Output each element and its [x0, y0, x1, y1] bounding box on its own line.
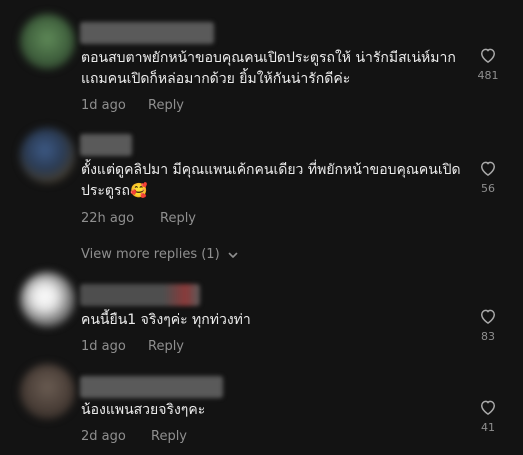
username-blurred[interactable] — [80, 376, 223, 398]
heart-icon — [481, 309, 495, 324]
comment-meta: 22h ago Reply — [81, 211, 196, 226]
like-button[interactable]: 481 — [470, 45, 506, 82]
comment-text: น้องแพนสวยจริงๆคะ — [81, 402, 206, 418]
reply-button[interactable]: Reply — [148, 98, 184, 113]
view-more-replies-button[interactable]: View more replies (1) — [81, 247, 239, 262]
avatar[interactable] — [20, 272, 75, 327]
like-button[interactable]: 56 — [470, 158, 506, 195]
comment-time: 1d ago — [81, 339, 126, 354]
comment-text: คนนี้ยืน1 จริงๆค่ะ ทุกท่วงท่า — [81, 312, 251, 328]
like-button[interactable]: 41 — [470, 397, 506, 434]
chevron-down-icon — [228, 252, 238, 258]
like-count: 83 — [481, 330, 495, 343]
avatar[interactable] — [20, 14, 75, 69]
like-button[interactable]: 83 — [470, 306, 506, 343]
comment-text: ตั้งแต่ดูคลิปมา มีคุณแพนเค้กคนเดียว ที่พ… — [81, 162, 461, 199]
heart-icon — [481, 400, 495, 415]
comment-meta: 1d ago Reply — [81, 339, 184, 354]
comment-meta: 1d ago Reply — [81, 98, 184, 113]
comment-time: 2d ago — [81, 429, 126, 444]
heart-icon — [481, 48, 495, 63]
username-blurred[interactable] — [80, 284, 200, 306]
avatar[interactable] — [20, 364, 75, 419]
username-blurred[interactable] — [80, 22, 214, 44]
comment-text: ตอนสบตาพยักหน้าขอบคุณคนเปิดประตูรถให้ น่… — [81, 50, 456, 87]
comment-meta: 2d ago Reply — [81, 429, 187, 444]
comment-time: 1d ago — [81, 98, 126, 113]
like-count: 41 — [481, 421, 495, 434]
reply-button[interactable]: Reply — [160, 211, 196, 226]
top-edge — [0, 0, 523, 4]
reply-button[interactable]: Reply — [148, 339, 184, 354]
heart-icon — [481, 161, 495, 176]
reply-button[interactable]: Reply — [151, 429, 187, 444]
avatar[interactable] — [20, 128, 75, 183]
view-more-label: View more replies (1) — [81, 247, 220, 262]
like-count: 56 — [481, 182, 495, 195]
comment-time: 22h ago — [81, 211, 135, 226]
like-count: 481 — [477, 69, 499, 82]
username-blurred[interactable] — [80, 134, 132, 156]
